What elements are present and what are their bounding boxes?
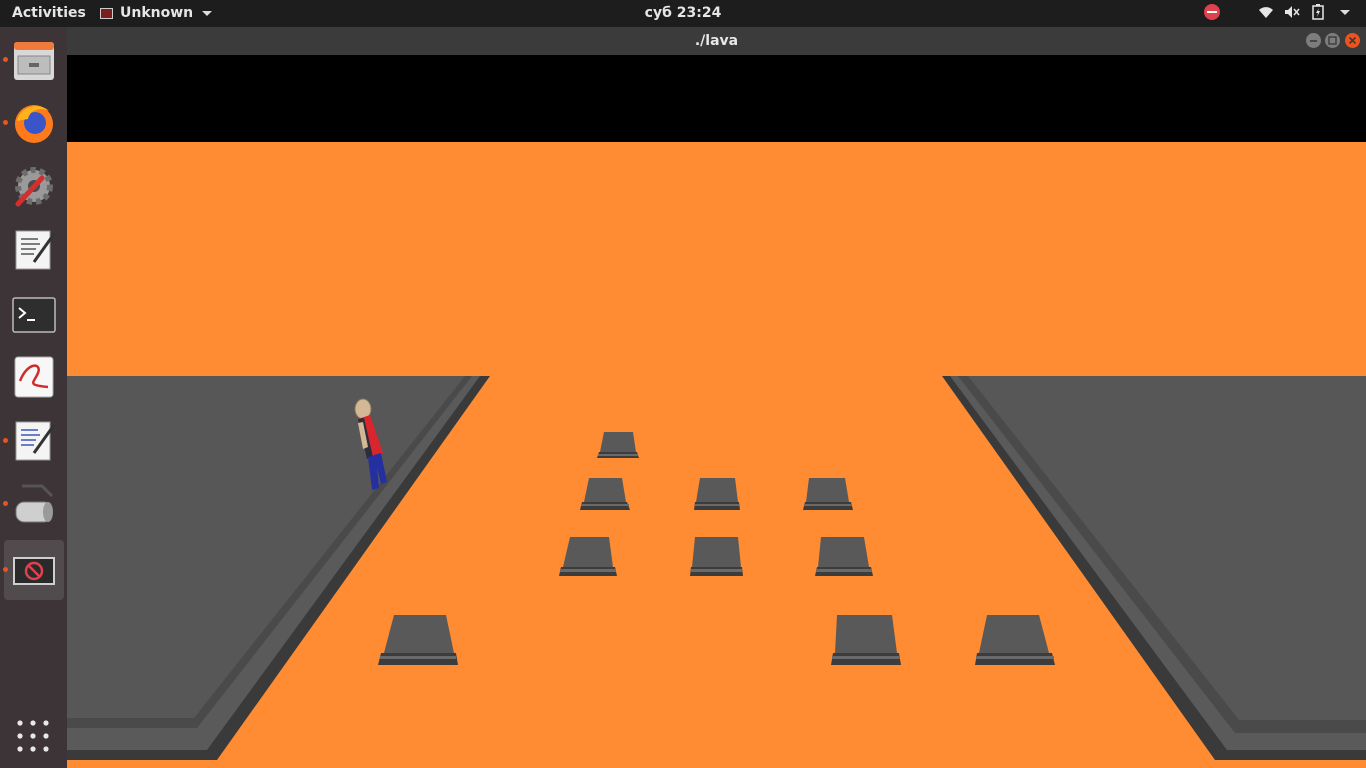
text-editor-icon	[15, 421, 56, 461]
show-applications-icon[interactable]	[16, 719, 50, 753]
game-viewport[interactable]	[67, 55, 1366, 768]
text-editor-icon	[15, 230, 56, 270]
activities-button[interactable]: Activities	[12, 5, 86, 21]
running-indicator	[3, 567, 8, 572]
stone	[803, 478, 853, 510]
dock-item-unknown-app[interactable]	[3, 540, 64, 600]
app-icon	[100, 7, 113, 19]
clock[interactable]: суб 23:24	[645, 5, 722, 21]
stone	[690, 537, 743, 576]
firefox-icon	[15, 105, 53, 143]
settings-gear-icon	[15, 167, 53, 207]
unknown-app-icon	[13, 557, 55, 585]
dock-item-terminal[interactable]	[4, 285, 64, 345]
dock-item-firefox[interactable]	[3, 93, 64, 153]
stone	[694, 478, 740, 510]
app-menu-label: Unknown	[120, 5, 194, 21]
running-indicator	[3, 438, 8, 443]
window-title: ./lava	[694, 33, 739, 49]
stone	[831, 615, 901, 665]
battery-icon[interactable]	[1310, 4, 1326, 20]
system-menu-chevron-icon[interactable]	[1336, 4, 1352, 20]
minimize-button[interactable]	[1306, 33, 1321, 48]
terminal-icon	[12, 297, 56, 333]
chevron-down-icon	[202, 10, 213, 16]
dock-item-files[interactable]	[3, 30, 64, 90]
window-titlebar[interactable]: ./lava	[67, 27, 1366, 55]
dock	[0, 27, 67, 768]
app-menu[interactable]: Unknown	[100, 5, 213, 21]
running-indicator	[3, 501, 8, 506]
wifi-icon[interactable]	[1258, 4, 1274, 20]
dock-item-text-editor-2[interactable]	[3, 411, 64, 471]
stone	[815, 537, 873, 576]
document-viewer-icon	[14, 356, 54, 398]
maximize-button[interactable]	[1325, 33, 1340, 48]
dock-item-document-viewer[interactable]	[4, 347, 64, 407]
do-not-disturb-icon[interactable]	[1204, 4, 1220, 20]
running-indicator	[3, 57, 8, 62]
dock-item-settings[interactable]	[4, 156, 64, 216]
disk-roller-icon	[15, 484, 54, 523]
close-button[interactable]	[1345, 33, 1360, 48]
running-indicator	[3, 120, 8, 125]
dock-item-text-editor[interactable]	[4, 220, 64, 280]
sky-region	[67, 55, 1366, 142]
volume-muted-icon[interactable]	[1284, 4, 1300, 20]
stone	[597, 432, 639, 458]
dock-item-disk-utility[interactable]	[3, 474, 64, 534]
file-cabinet-icon	[14, 42, 54, 80]
top-bar: Activities Unknown суб 23:24	[0, 0, 1366, 27]
system-tray[interactable]	[1204, 4, 1352, 20]
